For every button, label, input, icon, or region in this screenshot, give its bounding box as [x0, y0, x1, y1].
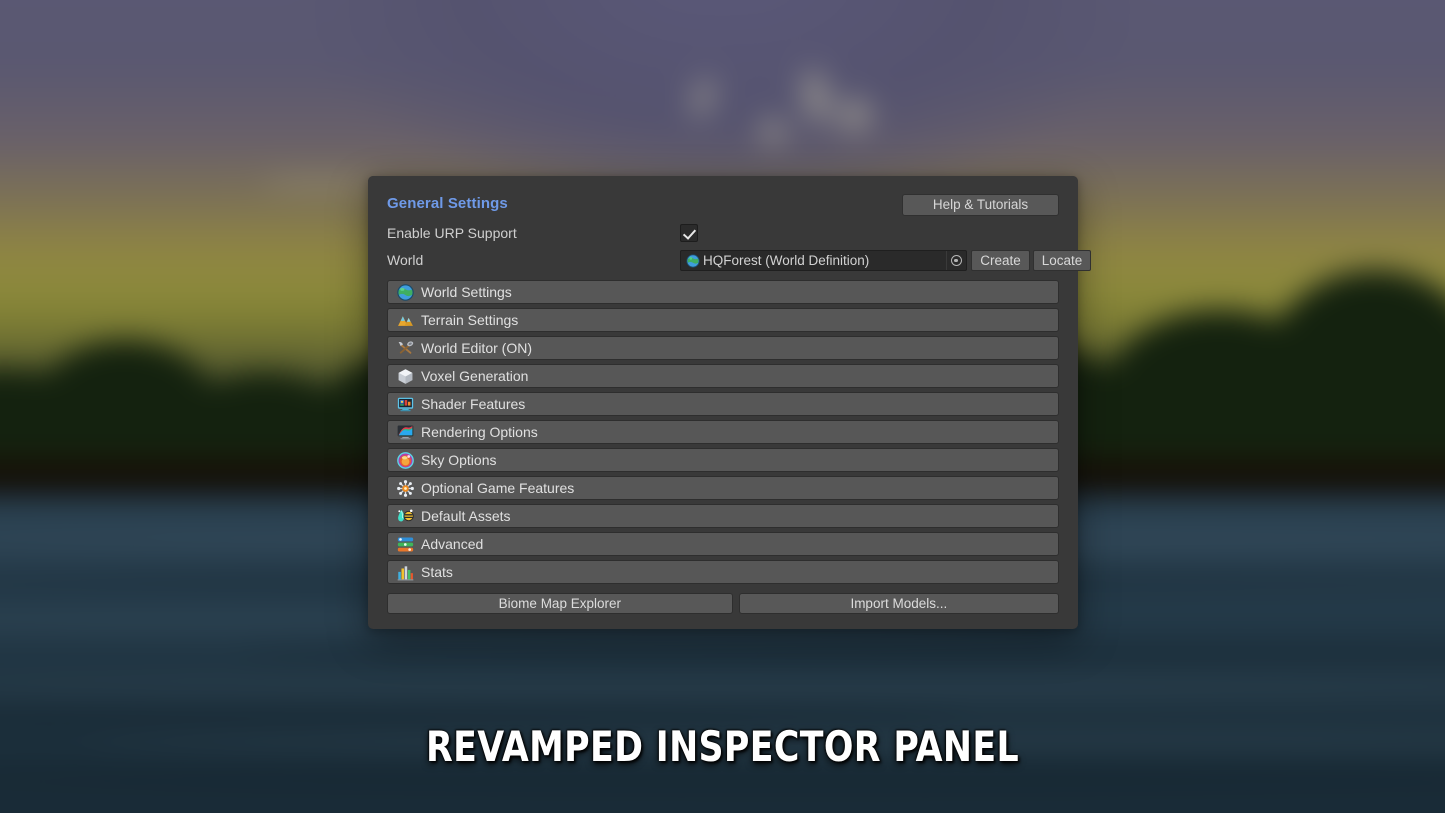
locate-button[interactable]: Locate [1033, 250, 1091, 271]
section-row-terrain-settings[interactable]: Terrain Settings [387, 308, 1059, 332]
gear-atom-icon [397, 479, 414, 497]
field-row-world: World HQForest (World Definition) Create… [387, 249, 1091, 274]
rendering-monitor-icon [397, 424, 414, 439]
section-row-label: Rendering Options [421, 424, 538, 440]
leaf-drop-icon [398, 508, 414, 521]
help-and-tutorials-button[interactable]: Help & Tutorials [902, 194, 1059, 216]
inspector-header: General Settings Help & Tutorials [387, 194, 1059, 220]
section-row-stats[interactable]: Stats [387, 560, 1059, 584]
world-object-field-value: HQForest (World Definition) [703, 253, 870, 268]
section-row-label: Optional Game Features [421, 480, 575, 496]
section-row-world-editor[interactable]: World Editor (ON) [387, 336, 1059, 360]
section-row-shader-features[interactable]: Shader Features [387, 392, 1059, 416]
world-object-field[interactable]: HQForest (World Definition) [680, 250, 967, 271]
section-row-label: Terrain Settings [421, 312, 519, 328]
screenshot-root: General Settings Help & Tutorials Enable… [0, 0, 1445, 813]
inspector-section-list: World Settings Terrain Settings World Ed… [387, 280, 1059, 584]
section-row-label: Default Assets [421, 508, 511, 524]
background-cloud [760, 120, 786, 142]
section-row-sky-options[interactable]: Sky Options [387, 448, 1059, 472]
section-row-default-assets[interactable]: Default Assets [387, 504, 1059, 528]
object-picker-icon[interactable] [946, 251, 965, 270]
section-row-rendering-options[interactable]: Rendering Options [387, 420, 1059, 444]
page-title: General Settings [387, 195, 508, 212]
section-row-label: World Settings [421, 284, 512, 300]
section-row-label: Advanced [421, 536, 484, 552]
world-label: World [387, 252, 424, 268]
sliders-icon [397, 536, 414, 552]
caption-text: REVAMPED INSPECTOR PANEL [425, 722, 1020, 771]
section-row-label: Voxel Generation [421, 368, 529, 384]
field-row-enable-urp-support: Enable URP Support [387, 222, 1059, 247]
section-row-label: Sky Options [421, 452, 497, 468]
import-models-button[interactable]: Import Models... [738, 593, 1059, 614]
background-cloud [260, 175, 380, 191]
mountain-icon [398, 315, 413, 326]
section-row-label: Shader Features [421, 396, 526, 412]
sky-sphere-icon [397, 451, 414, 469]
create-button[interactable]: Create [971, 250, 1030, 271]
enable-urp-support-checkbox[interactable] [680, 224, 698, 242]
section-row-optional-game-features[interactable]: Optional Game Features [387, 476, 1059, 500]
hammer-pickaxe-icon [398, 340, 414, 354]
shader-monitor-icon [397, 397, 414, 411]
section-row-world-settings[interactable]: World Settings [387, 280, 1059, 304]
section-row-label: Stats [421, 564, 453, 580]
section-row-advanced[interactable]: Advanced [387, 532, 1059, 556]
enable-urp-support-label: Enable URP Support [387, 225, 517, 241]
inspector-panel: General Settings Help & Tutorials Enable… [368, 176, 1091, 629]
globe-icon [686, 253, 700, 268]
globe-icon [397, 283, 414, 301]
section-row-voxel-generation[interactable]: Voxel Generation [387, 364, 1059, 388]
bar-chart-icon [397, 565, 414, 580]
section-row-label: World Editor (ON) [421, 340, 532, 356]
inspector-bottom-buttons: Biome Map Explorer Import Models... [387, 593, 1059, 614]
voxel-cube-icon [398, 368, 413, 384]
biome-map-explorer-button[interactable]: Biome Map Explorer [387, 593, 733, 614]
